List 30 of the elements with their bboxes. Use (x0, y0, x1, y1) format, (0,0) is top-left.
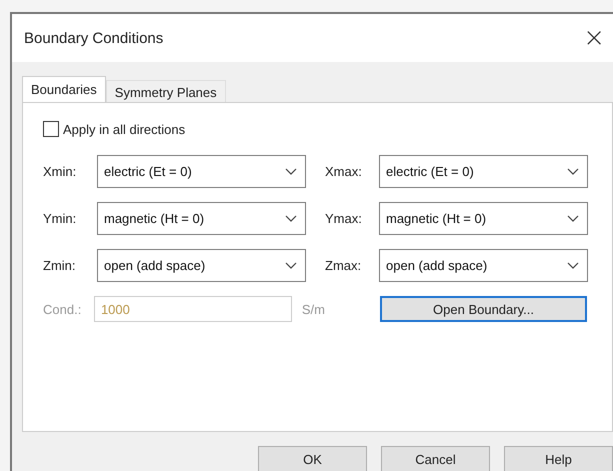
open-boundary-button[interactable]: Open Boundary... (380, 296, 587, 322)
chevron-down-icon (567, 168, 579, 176)
field-label: Zmin: (43, 258, 76, 273)
field-label: Zmax: (325, 258, 362, 273)
dialog-button[interactable]: OK (258, 446, 367, 471)
field-label: Ymax: (325, 211, 363, 226)
dialog-button[interactable]: Cancel (381, 446, 490, 471)
dropdown[interactable]: open (add space) (97, 249, 306, 282)
field-label: Ymin: (43, 211, 78, 226)
dropdown[interactable]: electric (Et = 0) (379, 155, 588, 188)
field-label: Cond.: (43, 302, 82, 316)
dropdown[interactable]: open (add space) (379, 249, 588, 282)
dialog-button[interactable]: Help (504, 446, 613, 471)
chevron-down-icon (567, 262, 579, 270)
field-label: Xmin: (43, 164, 78, 179)
close-button[interactable]: × (579, 23, 609, 53)
window-title: Boundary Conditions (24, 30, 164, 46)
checkbox[interactable] (43, 121, 59, 137)
dropdown[interactable]: electric (Et = 0) (97, 155, 306, 188)
chevron-down-icon (285, 214, 297, 222)
field-label: Xmax: (325, 164, 363, 179)
tab[interactable]: Symmetry Planes (106, 80, 226, 102)
dropdown[interactable]: magnetic (Ht = 0) (97, 202, 306, 235)
chevron-down-icon (567, 214, 579, 222)
tab[interactable]: Boundaries (22, 76, 106, 102)
unit-label: S/m (302, 302, 325, 316)
checkbox-label: Apply in all directions (63, 122, 186, 136)
chevron-down-icon (285, 262, 297, 270)
chevron-down-icon (285, 168, 297, 176)
dropdown[interactable]: magnetic (Ht = 0) (379, 202, 588, 235)
